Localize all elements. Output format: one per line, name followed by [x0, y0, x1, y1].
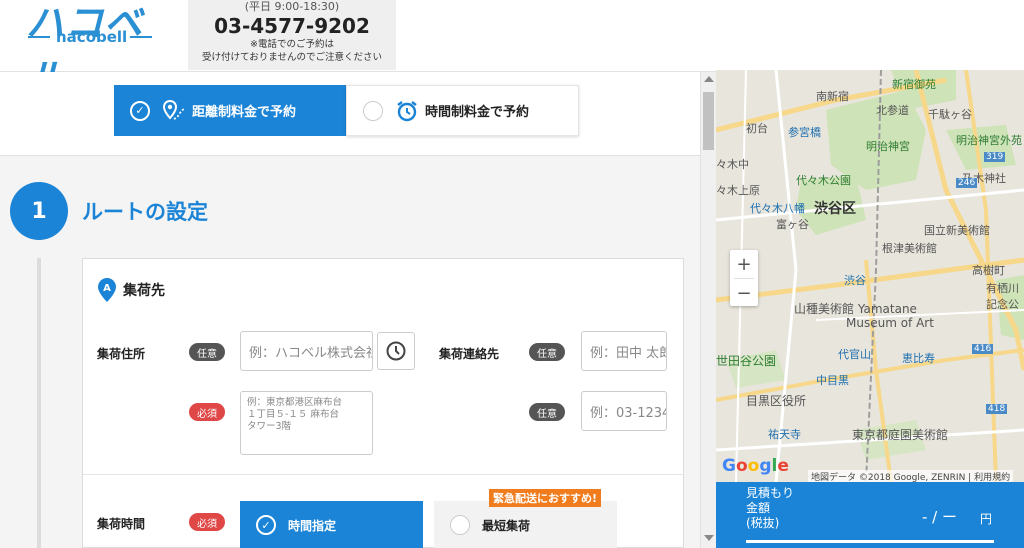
section-divider: [83, 474, 683, 475]
map-zoom-control: + −: [730, 250, 758, 306]
map-label-arisugawa: 有栖川: [986, 282, 1019, 295]
map-label-shibuya-ku: 渋谷区: [814, 201, 856, 217]
map-label-minami-shinjuku: 南新宿: [816, 90, 849, 103]
clock-icon: [386, 341, 406, 361]
hacobell-logo[interactable]: ハコベル hacobell: [22, 0, 162, 100]
contact-phone-input[interactable]: 例：03-1234-5678: [581, 391, 667, 431]
scroll-thumb[interactable]: [703, 92, 714, 150]
pickup-address-label: 集荷住所: [97, 347, 146, 361]
alarm-clock-icon: [397, 100, 417, 121]
phone-contact-box: (平日 9:00-18:30) 03-4577-9202 ※電話でのご予約は 受…: [188, 0, 396, 70]
map-label-kokuritsu-museum: 国立新美術館: [924, 224, 990, 237]
scroll-up-arrow-icon[interactable]: [704, 76, 714, 82]
map-label-kita-sando: 北参道: [876, 104, 909, 117]
estimate-value: - / ー: [922, 508, 958, 526]
map-label-nezu-museum: 根津美術館: [882, 242, 937, 255]
map-label-hatsudai: 初台: [746, 122, 768, 135]
map-label-teien-museum: 東京都庭園美術館: [852, 428, 949, 442]
route-pin-icon: [162, 99, 185, 120]
pickup-title: 集荷先: [123, 283, 165, 299]
map-label-yutenji: 祐天寺: [768, 428, 801, 441]
contact-name-input[interactable]: 例：田中 太郎: [581, 331, 667, 371]
tab-time-pricing[interactable]: 時間制料金で予約: [346, 85, 579, 136]
estimate-label: 見積もり 金額 (税抜): [746, 486, 795, 530]
map-attribution[interactable]: 地図データ ©2018 Google, ZENRIN | 利用規約: [808, 470, 1014, 482]
map-label-yamatane-en: Museum of Art: [846, 316, 934, 330]
google-logo: Google: [722, 456, 789, 476]
time-specified-option[interactable]: ✓ 時間指定: [240, 501, 423, 548]
time-shortest-option[interactable]: 最短集荷: [434, 501, 617, 548]
time-shortest-label: 最短集荷: [482, 518, 531, 533]
phone-note-1: ※電話でのご予約は: [250, 39, 334, 50]
map-label-setagaya-park: 世田谷公園: [716, 354, 777, 368]
route-map[interactable]: 新宿御苑 南新宿 北参道 千駄ヶ谷 初台 参宮橋 明治神宮 明治神宮外苑 319…: [716, 70, 1024, 482]
phone-note-2: 受け付けておりませんのでご注意ください: [202, 52, 382, 63]
estimate-underline: [746, 540, 994, 543]
company-name-input[interactable]: 例：ハコベル株式会社: [240, 331, 373, 371]
map-label-yoyogi-uehara: 々木上原: [716, 184, 760, 197]
map-label-yoyogi-hachiman: 代々木八幡: [750, 202, 805, 215]
map-label-route-246: 246: [956, 178, 978, 188]
map-label-meiji-gaien: 明治神宮外苑: [956, 134, 1022, 147]
address-required-badge: 必須: [189, 403, 225, 421]
tab-time-label: 時間制料金で予約: [425, 105, 530, 120]
check-icon: ✓: [256, 515, 276, 535]
zoom-out-button[interactable]: −: [730, 279, 758, 307]
zoom-in-button[interactable]: +: [730, 250, 758, 278]
map-label-meiji-jingu: 明治神宮: [866, 140, 910, 153]
map-label-takagicho: 高樹町: [972, 264, 1005, 277]
time-required-badge: 必須: [189, 513, 225, 531]
tab-distance-pricing[interactable]: ✓ 距離制料金で予約: [114, 85, 346, 136]
logo-bar-right: [130, 36, 152, 38]
urgent-recommend-badge: 緊急配送におすすめ!: [489, 489, 602, 507]
pickup-address-textarea[interactable]: 例：東京都港区麻布台 １丁目５-１５ 麻布台 タワー3階: [240, 391, 373, 455]
contact-optional-badge: 任意: [529, 343, 565, 361]
pin-letter: A: [103, 283, 111, 294]
map-label-yoyogi-naka: 々木中: [716, 158, 749, 171]
map-label-nakameguro: 中目黒: [816, 374, 849, 387]
estimate-unit: 円: [980, 512, 993, 526]
map-label-kinen-park: 記念公: [986, 298, 1019, 311]
app-root: ハコベル hacobell (平日 9:00-18:30) 03-4577-92…: [0, 0, 1024, 548]
main-form-area: ✓ 距離制料金で予約 時間制料金で予約 1 ルートの設定 A 集荷先 集荷住所 …: [0, 72, 700, 548]
map-label-meguro-office: 目黒区役所: [746, 394, 807, 408]
estimate-panel: 見積もり 金額 (税抜) - / ー 円: [716, 482, 1024, 548]
form-scrollbar[interactable]: [700, 72, 716, 548]
check-icon: ✓: [130, 100, 150, 121]
map-label-sangubashi: 参宮橋: [788, 126, 821, 139]
scroll-down-arrow-icon[interactable]: [704, 535, 714, 541]
map-label-yamatane: 山種美術館 Yamatane: [794, 302, 917, 316]
phone-optional-badge: 任意: [529, 403, 565, 421]
radio-empty-icon: [363, 100, 383, 121]
map-label-tomigaya: 富ヶ谷: [776, 218, 809, 231]
logo-bar-left: [28, 36, 50, 38]
step-title: ルートの設定: [82, 200, 208, 224]
pickup-card: A 集荷先 集荷住所 任意 例：ハコベル株式会社 集荷連絡先 任意 例：田中 太…: [82, 258, 684, 548]
pricing-tabs: ✓ 距離制料金で予約 時間制料金で予約: [0, 72, 700, 156]
map-label-shinjuku-gyoen: 新宿御苑: [892, 78, 936, 91]
address-optional-badge: 任意: [189, 343, 225, 361]
map-label-daikanyama: 代官山: [838, 348, 871, 361]
map-label-sendagaya: 千駄ヶ谷: [928, 108, 972, 121]
phone-hours: (平日 9:00-18:30): [244, 0, 340, 13]
radio-empty-icon: [450, 515, 470, 535]
step-number-badge: 1: [10, 182, 68, 240]
pickup-contact-label: 集荷連絡先: [439, 347, 500, 361]
map-label-route-416: 416: [972, 344, 994, 354]
pickup-time-label: 集荷時間: [97, 517, 146, 531]
step-connector-line: [37, 258, 41, 548]
logo-text-en: hacobell: [56, 28, 128, 46]
map-label-shibuya-station: 渋谷: [844, 274, 866, 287]
phone-number: 03-4577-9202: [214, 14, 370, 38]
map-label-yoyogi-park: 代々木公園: [796, 174, 851, 187]
map-pin-a-icon: A: [98, 278, 116, 302]
map-label-ebisu: 恵比寿: [902, 352, 935, 365]
map-label-route-319: 319: [984, 152, 1006, 162]
pickup-heading: A 集荷先: [97, 277, 165, 303]
map-label-route-418: 418: [986, 404, 1008, 414]
site-header: ハコベル hacobell (平日 9:00-18:30) 03-4577-92…: [0, 0, 716, 100]
history-clock-button[interactable]: [377, 332, 415, 370]
tab-distance-label: 距離制料金で予約: [192, 105, 297, 120]
time-specified-label: 時間指定: [288, 518, 337, 533]
